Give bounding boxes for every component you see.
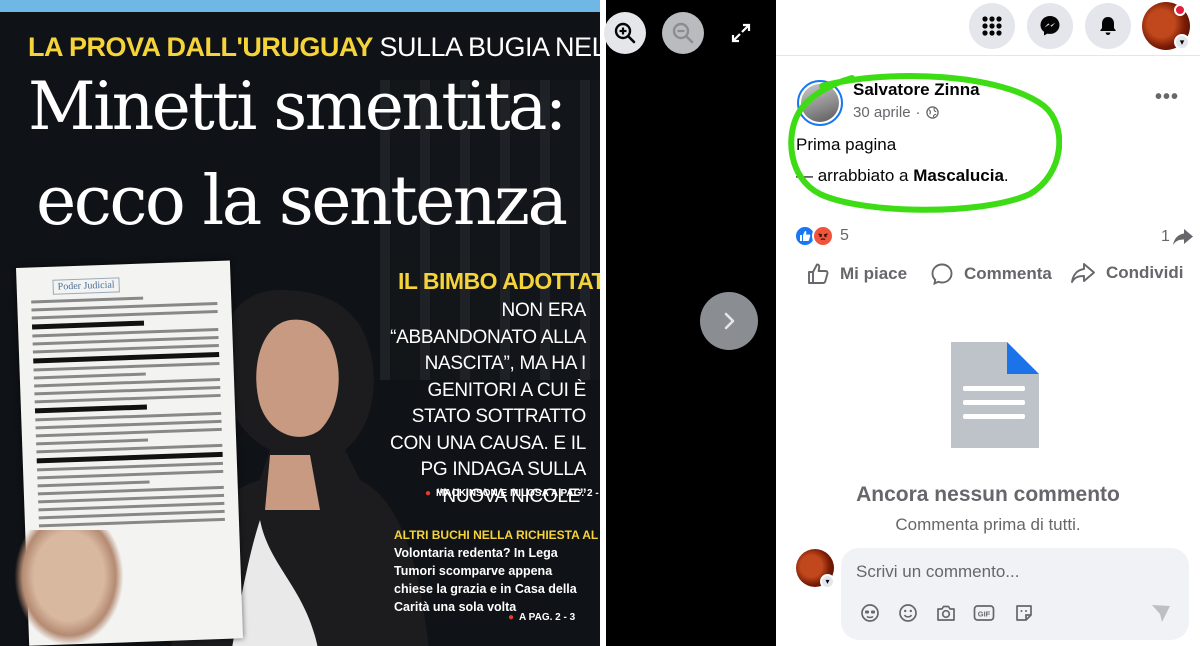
doc-line: [31, 309, 218, 320]
messenger-button[interactable]: [1027, 3, 1073, 49]
headline-line2: ecco la sentenza: [36, 162, 568, 241]
post-meta: 30 aprile ·: [853, 104, 939, 121]
notifications-button[interactable]: [1085, 3, 1131, 49]
author-name[interactable]: Salvatore Zinna: [853, 80, 980, 100]
screen: LA PROVA DALL'URUGUAY SULLA BUGIA NELL'I…: [0, 0, 1200, 646]
zoom-in-button[interactable]: [604, 12, 646, 54]
kicker-highlight: LA PROVA DALL'URUGUAY: [28, 32, 373, 62]
newspaper-top-band: [0, 0, 600, 12]
chevron-down-icon[interactable]: ▾: [1174, 34, 1190, 50]
photo-button[interactable]: [935, 602, 957, 624]
zoom-in-icon: [614, 22, 636, 44]
reactions-summary[interactable]: 5: [794, 225, 849, 247]
kicker-rest: SULLA BUGIA NELL'ISTANZA DI GRAZIA: [379, 32, 600, 62]
share-count-number: 1: [1161, 228, 1170, 245]
more-options-button[interactable]: •••: [1155, 86, 1179, 109]
sticker-icon: [1016, 605, 1032, 621]
doc-line: [35, 427, 222, 438]
doc-line: [36, 438, 148, 446]
newspaper-kicker: LA PROVA DALL'URUGUAY SULLA BUGIA NELL'I…: [28, 32, 600, 63]
headline-line1: Minetti smentita:: [28, 68, 567, 145]
meta-separator: ·: [915, 104, 921, 121]
like-label: Mi piace: [840, 264, 908, 283]
messenger-icon: [1040, 16, 1060, 36]
no-comments-title: Ancora nessun commento: [856, 483, 1120, 506]
newspaper-photo: LA PROVA DALL'URUGUAY SULLA BUGIA NELL'I…: [0, 0, 600, 646]
author-avatar-image: [801, 84, 839, 122]
doc-line: [34, 393, 221, 404]
next-photo-button[interactable]: [700, 292, 758, 350]
document-logo: Poder Judicial: [52, 277, 120, 295]
credit-2: A PAG. 2 - 3: [508, 612, 575, 623]
doc-line: [33, 372, 146, 380]
share-icon: [1071, 263, 1095, 283]
svg-text:GIF: GIF: [978, 610, 991, 619]
line2-suffix: .: [1003, 166, 1009, 185]
fullscreen-button[interactable]: [720, 12, 762, 54]
emoji-button[interactable]: [897, 602, 919, 624]
post-date[interactable]: 30 aprile: [853, 104, 911, 121]
feeling-text: — arrabbiato a: [796, 166, 914, 185]
avatar-sticker-icon: [861, 604, 879, 622]
share-count[interactable]: 1: [1161, 228, 1194, 246]
comment-input[interactable]: [856, 560, 1176, 584]
doc-line: [31, 296, 143, 304]
doc-redaction: [33, 351, 220, 364]
doc-line: [37, 480, 150, 488]
viewer-edge: [600, 0, 606, 646]
send-icon: [1152, 605, 1170, 622]
credit-1: MACKINSON E MILOSA A PAG. 2 - 3: [425, 488, 600, 499]
avatar-chevron-down-icon[interactable]: ▾: [820, 574, 835, 589]
no-comments-subtitle: Commenta prima di tutti.: [895, 515, 1081, 534]
comment-icon: [931, 263, 953, 286]
fullscreen-icon: [731, 23, 751, 43]
globe-icon: [925, 106, 939, 119]
share-arrow-icon: [1172, 229, 1193, 245]
menu-button[interactable]: [969, 3, 1015, 49]
chevron-right-icon: [724, 312, 735, 330]
bell-icon: [1100, 17, 1116, 35]
zoom-out-icon: [672, 22, 694, 44]
angry-reaction-icon: [812, 225, 834, 247]
post-text-line2: — arrabbiato a Mascalucia.: [796, 166, 1009, 186]
zoom-out-button[interactable]: [662, 12, 704, 54]
hand: [14, 530, 124, 646]
share-label: Condividi: [1106, 263, 1184, 282]
emoji-icon: [899, 604, 917, 622]
side-headline-2: ALTRI BUCHI NELLA RICHIESTA AL COLLE: [394, 528, 600, 542]
share-button[interactable]: Condividi: [1070, 262, 1183, 284]
sticker-button[interactable]: [1013, 602, 1035, 624]
camera-icon: [937, 605, 955, 621]
post-text-line1: Prima pagina: [796, 135, 897, 154]
gif-button[interactable]: GIF: [973, 602, 995, 624]
side-text-2: Volontaria redenta? In Lega Tumori scomp…: [394, 546, 577, 614]
doc-redaction: [31, 320, 144, 330]
doc-redaction: [34, 404, 147, 414]
document-icon: [951, 342, 1039, 448]
send-button[interactable]: [1150, 602, 1172, 624]
author-avatar[interactable]: [797, 80, 843, 126]
place-link[interactable]: Mascalucia: [913, 166, 1004, 185]
like-icon: [808, 263, 829, 284]
doc-line: [33, 361, 220, 372]
notification-dot: [1174, 4, 1186, 16]
gif-icon: GIF: [973, 605, 995, 621]
grid-menu-icon: [982, 16, 1002, 36]
reaction-count: 5: [840, 227, 849, 244]
like-button[interactable]: Mi piace: [806, 262, 907, 286]
side-headline: IL BIMBO ADOTTATO: [398, 268, 600, 294]
side-text: NON ERA “ABBANDONATO ALLA NASCITA”, MA H…: [390, 300, 586, 507]
avatar-sticker-button[interactable]: [859, 602, 881, 624]
doc-line: [37, 469, 224, 480]
comment-label: Commenta: [964, 264, 1052, 283]
doc-line: [38, 517, 225, 528]
comment-button[interactable]: Commenta: [930, 262, 1052, 286]
doc-redaction: [36, 451, 223, 464]
